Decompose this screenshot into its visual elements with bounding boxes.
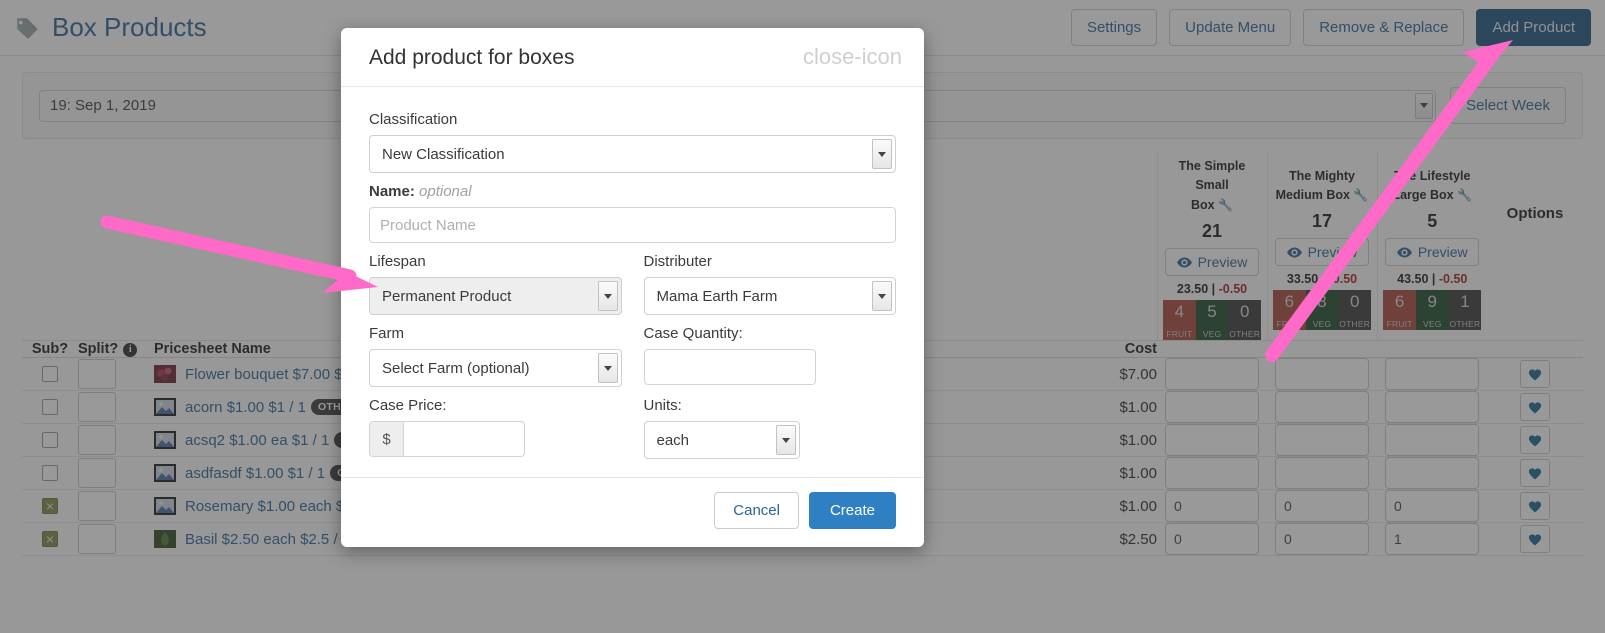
lifespan-distributer-row: Lifespan Permanent Product Distributer M…: [369, 243, 896, 315]
currency-prefix: $: [370, 422, 404, 456]
classification-value: New Classification: [382, 145, 505, 163]
lifespan-select[interactable]: Permanent Product: [369, 277, 622, 315]
distributer-field: Distributer Mama Earth Farm: [643, 243, 896, 315]
distributer-label: Distributer: [643, 253, 712, 270]
app-root: Box Products Settings Update Menu Remove…: [0, 0, 1605, 633]
chevron-down-icon: [775, 425, 796, 455]
name-label-text: Name:: [369, 183, 415, 200]
product-name-input[interactable]: Product Name: [369, 207, 896, 243]
lifespan-label: Lifespan: [369, 253, 426, 270]
add-product-modal: Add product for boxes close-icon Classif…: [341, 28, 924, 547]
units-field: Units: each: [643, 387, 897, 459]
units-select[interactable]: each: [643, 421, 800, 459]
chevron-down-icon: [597, 281, 618, 311]
product-name-placeholder: Product Name: [380, 216, 476, 234]
case-quantity-label: Case Quantity:: [643, 325, 743, 342]
units-value: each: [656, 431, 690, 449]
farm-value: Select Farm (optional): [382, 359, 530, 377]
modal-body: Classification New Classification Name: …: [341, 87, 924, 477]
modal-header: Add product for boxes close-icon: [341, 28, 924, 87]
case-price-input[interactable]: [404, 422, 524, 456]
farm-casequantity-row: Farm Select Farm (optional) Case Quantit…: [369, 315, 896, 387]
modal-title: Add product for boxes: [369, 46, 575, 69]
modal-footer: Cancel Create: [341, 477, 924, 547]
lifespan-value: Permanent Product: [382, 287, 512, 305]
farm-field: Farm Select Farm (optional): [369, 315, 622, 387]
chevron-down-icon: [597, 353, 618, 383]
distributer-value: Mama Earth Farm: [656, 287, 778, 305]
case-price-field: Case Price: $: [369, 387, 622, 459]
create-button[interactable]: Create: [808, 492, 896, 529]
close-icon[interactable]: close-icon: [801, 46, 904, 68]
case-price-label: Case Price:: [369, 397, 447, 414]
units-label: Units:: [643, 397, 682, 414]
chevron-down-icon: [872, 139, 892, 169]
case-quantity-field: Case Quantity:: [643, 315, 897, 387]
farm-select[interactable]: Select Farm (optional): [369, 349, 622, 387]
chevron-down-icon: [872, 281, 892, 311]
case-quantity-input[interactable]: [643, 349, 816, 385]
classification-label: Classification: [369, 111, 458, 128]
cancel-button[interactable]: Cancel: [714, 492, 799, 529]
classification-select[interactable]: New Classification: [369, 135, 896, 173]
farm-label: Farm: [369, 325, 404, 342]
name-optional-text: optional: [419, 183, 472, 200]
case-price-input-group: $: [369, 421, 525, 457]
name-label: Name: optional: [369, 183, 896, 200]
lifespan-field: Lifespan Permanent Product: [369, 243, 622, 315]
caseprice-units-row: Case Price: $ Units: each: [369, 387, 896, 459]
distributer-select[interactable]: Mama Earth Farm: [643, 277, 896, 315]
